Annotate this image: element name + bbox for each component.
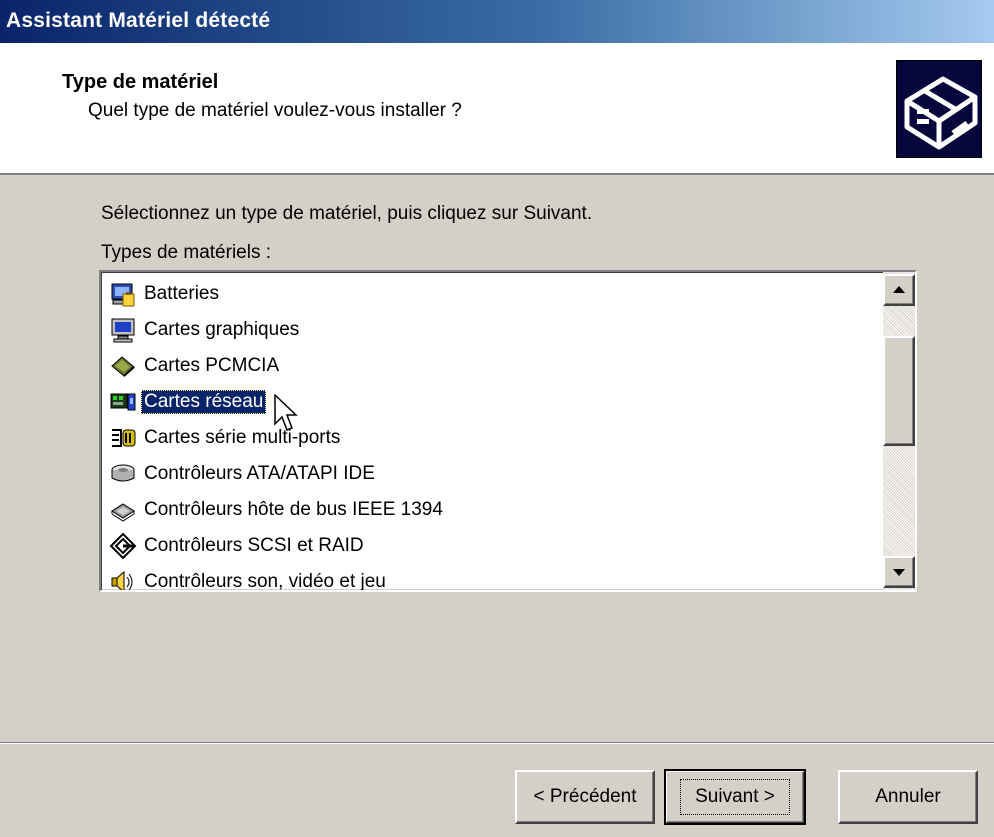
list-item[interactable]: Cartes réseau xyxy=(105,384,267,420)
header-subtitle: Quel type de matériel voulez-vous instal… xyxy=(88,100,462,121)
scroll-thumb[interactable] xyxy=(883,336,915,446)
monitor-icon xyxy=(105,315,141,345)
list-item[interactable]: Contrôleurs hôte de bus IEEE 1394 xyxy=(105,492,446,528)
speaker-icon xyxy=(105,567,141,590)
back-button-label: < Précédent xyxy=(533,786,637,807)
scsi-icon xyxy=(105,531,141,561)
arrow-down-icon xyxy=(893,569,905,576)
list-item[interactable]: Cartes série multi-ports xyxy=(105,420,343,456)
list-item-label: Cartes série multi-ports xyxy=(144,427,341,448)
ide-controller-icon xyxy=(105,459,141,489)
back-button[interactable]: < Précédent xyxy=(515,770,655,824)
list-item-label: Contrôleurs hôte de bus IEEE 1394 xyxy=(144,499,443,520)
title-bar[interactable]: Assistant Matériel détecté xyxy=(0,0,994,43)
list-item-label: Batteries xyxy=(144,283,219,304)
list-item-label: Contrôleurs SCSI et RAID xyxy=(144,535,364,556)
battery-icon xyxy=(105,279,141,309)
wizard-header: Type de matériel Quel type de matériel v… xyxy=(0,43,994,175)
footer-separator-highlight xyxy=(0,743,994,744)
list-item-label: Cartes graphiques xyxy=(144,319,300,340)
list-item-label: Contrôleurs son, vidéo et jeu xyxy=(144,571,386,590)
list-item[interactable]: Cartes graphiques xyxy=(105,312,302,348)
arrow-up-icon xyxy=(893,286,905,293)
scroll-up-button[interactable] xyxy=(883,274,915,306)
ieee1394-icon xyxy=(105,495,141,525)
cancel-button-label: Annuler xyxy=(875,786,941,807)
network-card-icon xyxy=(105,387,141,417)
scroll-down-button[interactable] xyxy=(883,556,915,588)
hardware-wizard-icon xyxy=(896,60,982,158)
list-item-label: Cartes réseau xyxy=(141,390,267,414)
multiport-serial-icon xyxy=(105,423,141,453)
list-item-label: Cartes PCMCIA xyxy=(144,355,280,376)
hardware-types-label: Types de matériels : xyxy=(101,242,272,263)
pcmcia-card-icon xyxy=(105,351,141,381)
list-item[interactable]: Contrôleurs ATA/ATAPI IDE xyxy=(105,456,378,492)
list-scrollbar[interactable] xyxy=(883,272,915,590)
list-item[interactable]: Cartes PCMCIA xyxy=(105,348,282,384)
cancel-button[interactable]: Annuler xyxy=(838,770,978,824)
list-item[interactable]: Batteries xyxy=(105,276,222,312)
list-item[interactable]: Contrôleurs son, vidéo et jeu xyxy=(105,564,389,590)
hardware-type-list[interactable]: Batteries Cartes graphiques Cartes PCMCI… xyxy=(99,270,917,592)
list-item[interactable]: Contrôleurs SCSI et RAID xyxy=(105,528,367,564)
next-button[interactable]: Suivant > xyxy=(664,769,806,825)
list-item-label: Contrôleurs ATA/ATAPI IDE xyxy=(144,463,375,484)
instruction-text: Sélectionnez un type de matériel, puis c… xyxy=(101,203,593,224)
window-title: Assistant Matériel détecté xyxy=(6,9,271,32)
next-button-label: Suivant > xyxy=(680,779,790,815)
header-title: Type de matériel xyxy=(62,71,219,93)
